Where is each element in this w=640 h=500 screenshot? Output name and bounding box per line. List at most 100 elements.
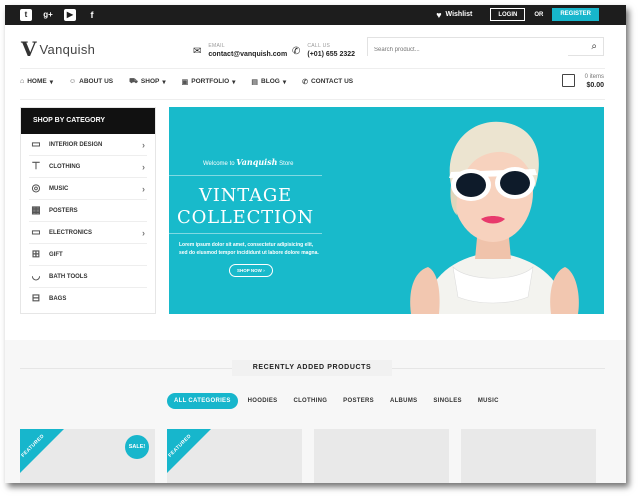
- facebook-icon[interactable]: f: [86, 9, 98, 21]
- nav-contact[interactable]: ✆ CONTACT US: [302, 78, 353, 86]
- phone-value: (+01) 655 2322: [307, 51, 356, 58]
- site-logo[interactable]: V Vanquish: [21, 39, 95, 59]
- google-plus-icon[interactable]: g+: [42, 9, 54, 21]
- nav-portfolio[interactable]: ▣ PORTFOLIO ▾: [182, 78, 236, 86]
- category-sidebar: SHOP BY CATEGORY ▭ INTERIOR DESIGN › ⊤ C…: [20, 107, 156, 314]
- filter-singles[interactable]: SINGLES: [433, 398, 461, 404]
- nav-portfolio-label: PORTFOLIO: [191, 78, 230, 85]
- category-list: ▭ INTERIOR DESIGN › ⊤ CLOTHING › ◎ MUSIC…: [21, 134, 155, 310]
- category-bags[interactable]: ⊟ BAGS: [29, 288, 147, 310]
- nav-blog-label: BLOG: [261, 78, 280, 85]
- hero-welcome-brand: Vanquish: [236, 157, 278, 167]
- main-nav: ⌂ HOME ▾ ☺ ABOUT US ⛟ SHOP ▾ ▣ PORTFOLIO…: [20, 77, 369, 86]
- page-frame: t g+ ▶ f ♥ Wishlist LOGIN OR REGISTER V …: [5, 5, 626, 483]
- disc-icon: ◎: [31, 182, 41, 194]
- product-image: [205, 467, 281, 483]
- category-label: POSTERS: [49, 207, 78, 214]
- category-gift[interactable]: ⊞ GIFT: [29, 244, 147, 266]
- phone-small-icon: ✆: [302, 78, 308, 86]
- youtube-icon[interactable]: ▶: [64, 9, 76, 21]
- model-photo: [410, 121, 579, 314]
- hero-divider: [169, 233, 322, 234]
- nav-about[interactable]: ☺ ABOUT US: [69, 78, 113, 85]
- category-bath-tools[interactable]: ◡ BATH TOOLS: [29, 266, 147, 288]
- filter-posters[interactable]: POSTERS: [343, 398, 374, 404]
- top-bar: t g+ ▶ f ♥ Wishlist LOGIN OR REGISTER: [5, 5, 626, 25]
- gift-icon: ⊞: [31, 248, 41, 260]
- shop-now-label: SHOP NOW: [237, 268, 262, 273]
- product-image: [352, 467, 428, 483]
- caret-down-icon: ▾: [232, 78, 236, 86]
- shirt-icon: ⊤: [31, 160, 41, 172]
- hero-title-line2: COLLECTION: [177, 207, 314, 228]
- sofa-icon: ▭: [31, 138, 41, 150]
- nav-shop[interactable]: ⛟ SHOP ▾: [129, 77, 166, 86]
- wishlist-link[interactable]: ♥ Wishlist: [436, 10, 472, 20]
- twitter-icon[interactable]: t: [20, 9, 32, 21]
- product-card[interactable]: [461, 429, 596, 483]
- image-icon: ▣: [181, 78, 189, 86]
- category-label: INTERIOR DESIGN: [49, 141, 103, 148]
- chevron-right-icon: ›: [142, 227, 145, 238]
- poster-icon: ▦: [31, 204, 41, 216]
- register-button[interactable]: REGISTER: [552, 8, 599, 21]
- email-value[interactable]: contact@vanquish.com: [208, 50, 287, 59]
- search-icon[interactable]: ⌕: [591, 41, 597, 52]
- filter-music[interactable]: MUSIC: [478, 398, 499, 404]
- category-clothing[interactable]: ⊤ CLOTHING ›: [29, 156, 147, 178]
- logo-text: Vanquish: [39, 41, 96, 57]
- section-title: RECENTLY ADDED PRODUCTS: [232, 360, 392, 376]
- bathtub-icon: ◡: [31, 270, 41, 282]
- users-icon: ☺: [69, 78, 77, 85]
- monitor-icon: ▭: [31, 226, 41, 238]
- product-filters: ALL CATEGORIES HOODIES CLOTHING POSTERS …: [167, 393, 515, 409]
- filter-albums[interactable]: ALBUMS: [390, 398, 417, 404]
- category-interior-design[interactable]: ▭ INTERIOR DESIGN ›: [29, 134, 147, 156]
- nav-shop-label: SHOP: [140, 78, 160, 85]
- product-card[interactable]: FEATURED SALE!: [20, 429, 155, 483]
- shopping-bag-icon: [562, 74, 575, 87]
- caret-down-icon: ▾: [49, 78, 53, 86]
- email-contact: ✉ EMAIL contact@vanquish.com: [193, 43, 287, 59]
- call-label: CALL US: [307, 43, 331, 49]
- caret-down-icon: ▾: [282, 78, 287, 86]
- cart-total: $0.00: [586, 82, 604, 89]
- nav-home-label: HOME: [27, 78, 47, 85]
- phone-icon: ✆: [292, 45, 301, 57]
- mini-cart[interactable]: 0 items $0.00: [562, 73, 604, 93]
- hero-welcome-post: Store: [279, 161, 294, 167]
- caret-down-icon: ▾: [162, 78, 166, 86]
- nav-blog[interactable]: ▤ BLOG ▾: [251, 78, 286, 86]
- wishlist-label: Wishlist: [445, 11, 473, 18]
- search-input[interactable]: [368, 41, 568, 59]
- chevron-right-icon: ›: [142, 139, 145, 150]
- category-music[interactable]: ◎ MUSIC ›: [29, 178, 147, 200]
- category-label: ELECTRONICS: [49, 229, 93, 236]
- shop-now-button[interactable]: SHOP NOW ›: [229, 264, 273, 277]
- category-label: BATH TOOLS: [49, 273, 88, 280]
- cart-item-count: 0 items: [584, 74, 604, 80]
- chevron-right-icon: ›: [142, 183, 145, 194]
- chevron-right-icon: ›: [263, 268, 265, 273]
- product-card[interactable]: [314, 429, 449, 483]
- filter-clothing[interactable]: CLOTHING: [293, 398, 327, 404]
- hero-title-line1: VINTAGE: [199, 185, 292, 206]
- category-electronics[interactable]: ▭ ELECTRONICS ›: [29, 222, 147, 244]
- divider: [20, 68, 605, 69]
- category-label: MUSIC: [49, 185, 69, 192]
- category-label: CLOTHING: [49, 163, 81, 170]
- category-label: GIFT: [49, 251, 63, 258]
- filter-hoodies[interactable]: HOODIES: [248, 398, 278, 404]
- heart-icon: ♥: [436, 9, 442, 20]
- filter-all-categories[interactable]: ALL CATEGORIES: [167, 393, 238, 409]
- category-posters[interactable]: ▦ POSTERS: [29, 200, 147, 222]
- login-button[interactable]: LOGIN: [490, 8, 526, 21]
- hero-banner[interactable]: Welcome to Vanquish Store VINTAGE COLLEC…: [169, 107, 604, 314]
- nav-about-label: ABOUT US: [79, 78, 114, 85]
- chevron-right-icon: ›: [142, 161, 145, 172]
- category-label: BAGS: [49, 296, 67, 302]
- social-links: t g+ ▶ f: [20, 9, 98, 21]
- nav-home[interactable]: ⌂ HOME ▾: [20, 78, 53, 86]
- product-card[interactable]: FEATURED: [167, 429, 302, 483]
- book-icon: ▤: [251, 78, 259, 86]
